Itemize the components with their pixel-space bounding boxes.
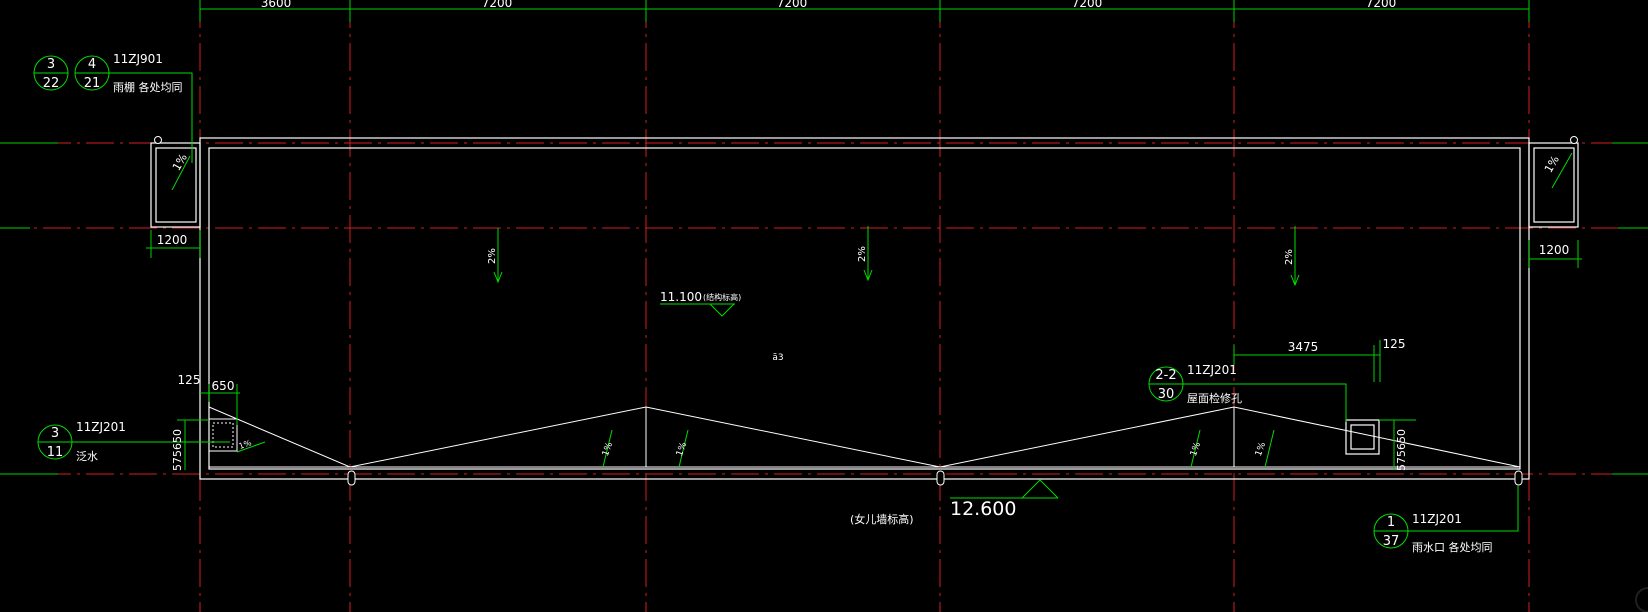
- parapet-inner: [208, 147, 1521, 470]
- parapet-elevation-value: 12.600: [950, 498, 1016, 520]
- axis-lines: [0, 0, 1648, 612]
- gutter-slope-arrows: [236, 429, 1275, 468]
- structure-elevation: 11.100 (结构标高): [660, 290, 741, 317]
- callout-canopy-note: 雨棚 各处均同: [113, 80, 183, 94]
- callout-canopy-right-bottom: 21: [84, 76, 101, 91]
- left-outlet-width: 650: [212, 379, 235, 393]
- hatch-offset-dimension: 3475: [1288, 340, 1319, 354]
- slope-label-main-3: 2%: [1284, 249, 1295, 265]
- downpipe-markers: [154, 136, 1578, 486]
- gutter-slope-label-3: 1%: [1189, 440, 1203, 457]
- callout-flashing-bottom: 11: [47, 445, 64, 460]
- gutter-slope-lines: [208, 406, 1521, 468]
- canopy-width-right: 1200: [1539, 243, 1570, 257]
- callout-flashing: 3 11 11ZJ201 泛水: [37, 420, 230, 463]
- callout-canopy-left-bottom: 22: [43, 76, 60, 91]
- dimension-text-3: 7200: [777, 0, 808, 10]
- downpipe: [154, 136, 162, 144]
- top-dimension-chain: 3600 7200 7200 7200 7200: [199, 0, 1530, 22]
- callout-rain-outlet: 1 37 11ZJ201 雨水口 各处均同: [1373, 485, 1519, 554]
- rain-outlet: [347, 470, 356, 486]
- callout-canopy-left-top: 3: [47, 57, 55, 72]
- callout-outlet-standard: 11ZJ201: [1412, 512, 1462, 526]
- roof-plan-drawing: 3600 7200 7200 7200 7200 2% 2% 2% 1% 1% …: [0, 0, 1648, 612]
- gutter-slope-label-4: 1%: [1254, 440, 1268, 457]
- slope-label-main-2: 2%: [857, 246, 868, 262]
- parapet-outer: [199, 137, 1530, 480]
- structure-elevation-note: (结构标高): [703, 292, 741, 302]
- canopy-slope-label-left: 1%: [170, 151, 190, 173]
- left-outlet-inner: [212, 422, 234, 448]
- gutter-slope-label-1: 1%: [601, 440, 615, 457]
- downpipe: [1570, 136, 1578, 144]
- right-vertical-dimension: 575650: [1395, 429, 1408, 471]
- roof-hatch-inner: [1350, 424, 1375, 450]
- elevation-triangle: [709, 303, 735, 317]
- parapet-elevation: 12.600 (女儿墙标高): [850, 479, 1059, 526]
- slope-label-main-1: 2%: [487, 248, 498, 264]
- dimension-text-1: 3600: [261, 0, 292, 10]
- rain-outlet: [936, 470, 945, 486]
- gutter-ridge-polyline: [208, 406, 1521, 468]
- hatch-gap-dimension: 125: [1383, 337, 1406, 351]
- dimension-text-2: 7200: [482, 0, 513, 10]
- axis-stubs: [0, 142, 1648, 475]
- callout-hatch-standard: 11ZJ201: [1187, 363, 1237, 377]
- elevation-triangle: [1021, 479, 1059, 499]
- gutter-slope-label-2: 1%: [675, 440, 689, 457]
- main-slope-arrows: [493, 226, 1300, 287]
- callout-outlet-top: 1: [1387, 515, 1395, 530]
- center-mark: ã3: [772, 353, 783, 363]
- left-outlet: [208, 418, 238, 452]
- canopy-slope-label-right: 1%: [1542, 153, 1562, 175]
- canopy-width-left: 1200: [157, 233, 188, 247]
- callout-flashing-standard: 11ZJ201: [76, 420, 126, 434]
- callout-flashing-top: 3: [51, 426, 59, 441]
- callout-canopy-right-top: 4: [88, 57, 96, 72]
- callout-roof-hatch: 2-2 30 11ZJ201 屋面检修孔: [1148, 363, 1347, 422]
- dimension-text-5: 7200: [1366, 0, 1397, 10]
- corner-mark: [1635, 587, 1648, 612]
- roof-outline: [150, 137, 1579, 480]
- roof-hatch: [1345, 419, 1380, 455]
- left-offset-dimension: 125: [178, 373, 201, 387]
- callout-flashing-note: 泛水: [76, 450, 98, 463]
- callout-outlet-bottom: 37: [1383, 534, 1400, 549]
- rain-outlet: [1514, 470, 1523, 486]
- left-vertical-dimension: 575650: [171, 429, 184, 471]
- callout-outlet-note: 雨水口 各处均同: [1412, 540, 1493, 554]
- structure-elevation-value: 11.100: [660, 290, 702, 304]
- dimension-text-4: 7200: [1072, 0, 1103, 10]
- callout-canopy-standard: 11ZJ901: [113, 52, 163, 66]
- callout-hatch-bottom: 30: [1158, 387, 1175, 402]
- callout-canopy: 3 22 4 21 11ZJ901 雨棚 各处均同: [33, 52, 193, 163]
- parapet-elevation-note: (女儿墙标高): [850, 512, 914, 526]
- canopy-slope-arrows: [171, 152, 1573, 191]
- gutter-slope-label-5: 1%: [238, 438, 253, 451]
- callout-hatch-top: 2-2: [1155, 368, 1176, 383]
- callout-hatch-note: 屋面检修孔: [1187, 391, 1242, 405]
